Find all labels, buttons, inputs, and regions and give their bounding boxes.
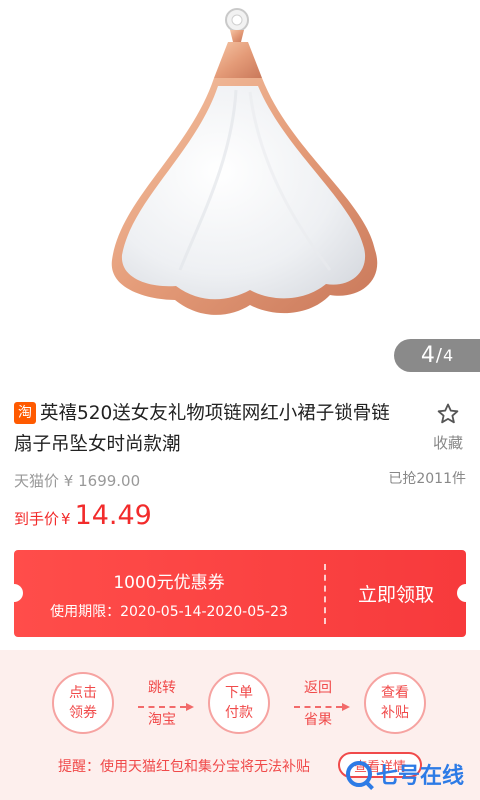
- step-line1: 下单: [225, 685, 253, 701]
- coupon-info: 1000元优惠券 使用期限：2020-05-14-2020-05-23: [14, 568, 324, 621]
- coupon-validity: 使用期限：2020-05-14-2020-05-23: [50, 604, 288, 620]
- step-line2: 省果: [304, 712, 332, 728]
- step-line1: 返回: [304, 680, 332, 696]
- step-line2: 付款: [225, 705, 253, 721]
- favorite-label: 收藏: [432, 434, 463, 452]
- product-title: 英禧520送女友礼物项链网红小裙子锁骨链扇子吊坠女时尚款潮: [14, 403, 390, 455]
- product-image[interactable]: 4 / 4: [0, 0, 480, 380]
- pendant-illustration: [111, 0, 378, 315]
- step-line1: 点击: [69, 685, 97, 701]
- step-line1: 跳转: [148, 680, 176, 696]
- original-price-value: ¥ 1699.00: [63, 472, 141, 490]
- pager-total: 4: [442, 346, 454, 365]
- pager-current: 4: [420, 343, 435, 368]
- step-jump-taobao: 跳转 淘宝: [130, 678, 194, 730]
- product-title-block: 淘英禧520送女友礼物项链网红小裙子锁骨链扇子吊坠女时尚款潮: [14, 398, 394, 460]
- image-pager: 4 / 4: [394, 339, 480, 372]
- final-price-value: 14.49: [74, 500, 152, 531]
- arrow-right-icon: [294, 700, 350, 711]
- step-line1: 查看: [381, 685, 409, 701]
- step-claim-coupon: 点击 领券: [52, 672, 114, 734]
- sold-count: 已抢2011件: [388, 471, 466, 487]
- coupon-title: 1000元优惠券: [113, 573, 225, 593]
- step-view-subsidy: 查看 补贴: [364, 672, 426, 734]
- final-price-currency: ¥: [61, 510, 71, 528]
- final-price: 到手价 ¥ 14.49: [14, 500, 152, 531]
- taobao-badge-icon: 淘: [14, 402, 36, 424]
- arrow-right-icon: [138, 700, 194, 711]
- reminder-text: 提醒：使用天猫红包和集分宝将无法补贴: [58, 759, 310, 775]
- watermark-logo-icon: [346, 761, 372, 787]
- watermark: 七号在线: [346, 758, 464, 790]
- watermark-text: 七号在线: [376, 764, 465, 789]
- claim-coupon-button[interactable]: 立即领取: [326, 550, 466, 637]
- step-line2: 领券: [69, 705, 97, 721]
- final-price-label: 到手价: [14, 510, 60, 528]
- original-price-label: 天猫价: [14, 472, 60, 490]
- pager-separator: /: [435, 345, 442, 366]
- star-icon: [437, 403, 459, 424]
- original-price: 天猫价 ¥ 1699.00: [14, 470, 140, 491]
- step-line2: 补贴: [381, 705, 409, 721]
- favorite-button[interactable]: 收藏: [430, 402, 466, 453]
- step-line2: 淘宝: [148, 712, 176, 728]
- step-place-order: 下单 付款: [208, 672, 270, 734]
- step-return: 返回 省果: [286, 678, 350, 730]
- coupon-card[interactable]: 1000元优惠券 使用期限：2020-05-14-2020-05-23 立即领取: [14, 550, 466, 637]
